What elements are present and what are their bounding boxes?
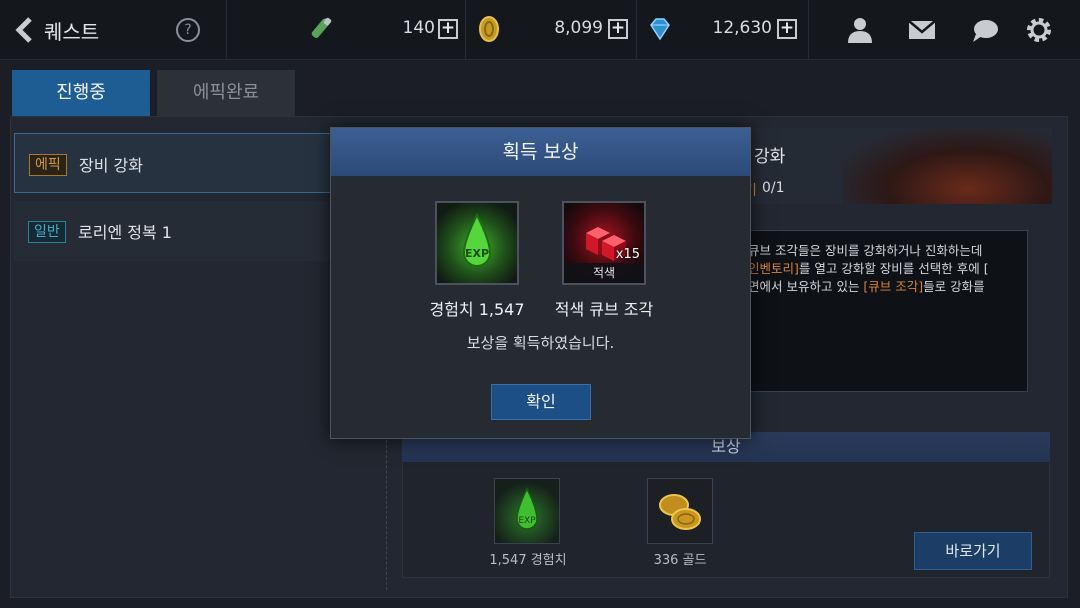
quest-name: 장비 강화 [79, 156, 143, 175]
divider [636, 0, 637, 60]
top-bar: 퀘스트 ? 140 + 8,099 + 12,630 + [0, 0, 1080, 60]
quest-description-line: 면에서 보유하고 있는 [큐브 조각]들로 강화를 [748, 279, 985, 294]
modal-message: 보상을 획득하였습니다. [466, 334, 615, 352]
quest-name: 로리엔 정복 1 [78, 223, 172, 242]
modal-reward-name: 적색 큐브 조각 [554, 300, 654, 319]
divider [465, 0, 466, 60]
gold-value: 8,099 [554, 18, 603, 38]
modal-reward-name: 경험치 1,547 [429, 300, 525, 319]
gem-add-button[interactable]: + [777, 19, 797, 39]
quest-detail-title: 강화 [754, 147, 786, 167]
quest-item-equipment-upgrade[interactable]: 에픽 장비 강화 [14, 133, 364, 193]
gem-value: 12,630 [712, 18, 772, 38]
modal-reward-slot-exp: EXP [435, 201, 519, 285]
item-grade-tag: 적색 [564, 263, 644, 283]
settings-gear-icon[interactable] [1024, 16, 1054, 44]
modal-reward-slot-red-cube: x15 적색 [562, 201, 646, 285]
gem-icon [650, 18, 670, 41]
item-count: x15 [615, 247, 640, 262]
reward-modal: 획득 보상 EXP x15 적색 경험치 1,547 적색 큐브 조각 보상을 … [330, 127, 751, 439]
tab-epic-completed[interactable]: 에픽완료 [157, 70, 295, 116]
quest-description-line: 인벤토리]를 열고 강화할 장비를 선택한 후에 [ [748, 261, 989, 276]
page-title: 퀘스트 [44, 20, 100, 44]
tab-in-progress[interactable]: 진행중 [12, 70, 150, 116]
gold-add-button[interactable]: + [608, 19, 628, 39]
gold-coins-icon [647, 478, 713, 544]
goto-button[interactable]: 바로가기 [914, 532, 1032, 570]
confirm-button[interactable]: 확인 [491, 384, 591, 420]
back-arrow-icon[interactable] [12, 14, 38, 46]
quest-badge-epic: 에픽 [29, 154, 67, 176]
quest-screen: 퀘스트 ? 140 + 8,099 + 12,630 + 진행중 에픽완료 에픽… [0, 0, 1080, 608]
quest-progress-value: 0/1 [762, 180, 785, 196]
divider [386, 440, 387, 590]
reward-label: 336 골드 [653, 553, 707, 568]
chat-icon[interactable] [970, 16, 1000, 44]
quest-item-lorien-conquest[interactable]: 일반 로리엔 정복 1 [14, 201, 364, 261]
friends-icon[interactable] [845, 16, 875, 44]
quest-badge-normal: 일반 [28, 221, 66, 243]
divider [808, 0, 809, 60]
exp-drop-icon: EXP [437, 203, 517, 283]
divider [226, 0, 227, 60]
stamina-flask-icon [311, 17, 332, 39]
stamina-add-button[interactable]: + [438, 19, 458, 39]
svg-text:EXP: EXP [518, 516, 536, 526]
exp-drop-icon: EXP [494, 478, 560, 544]
quest-detail-header [740, 128, 1052, 204]
mail-icon[interactable] [907, 16, 937, 44]
svg-text:EXP: EXP [465, 247, 489, 260]
quest-banner-image [842, 128, 1052, 204]
stamina-value: 140 [402, 18, 435, 38]
reward-label: 1,547 경험치 [489, 553, 567, 568]
modal-title: 획득 보상 [331, 128, 750, 176]
gold-coin-icon [479, 16, 499, 42]
help-icon[interactable]: ? [176, 18, 200, 42]
quest-description-line: 큐브 조각들은 장비를 강화하거나 진화하는데 [748, 243, 983, 258]
